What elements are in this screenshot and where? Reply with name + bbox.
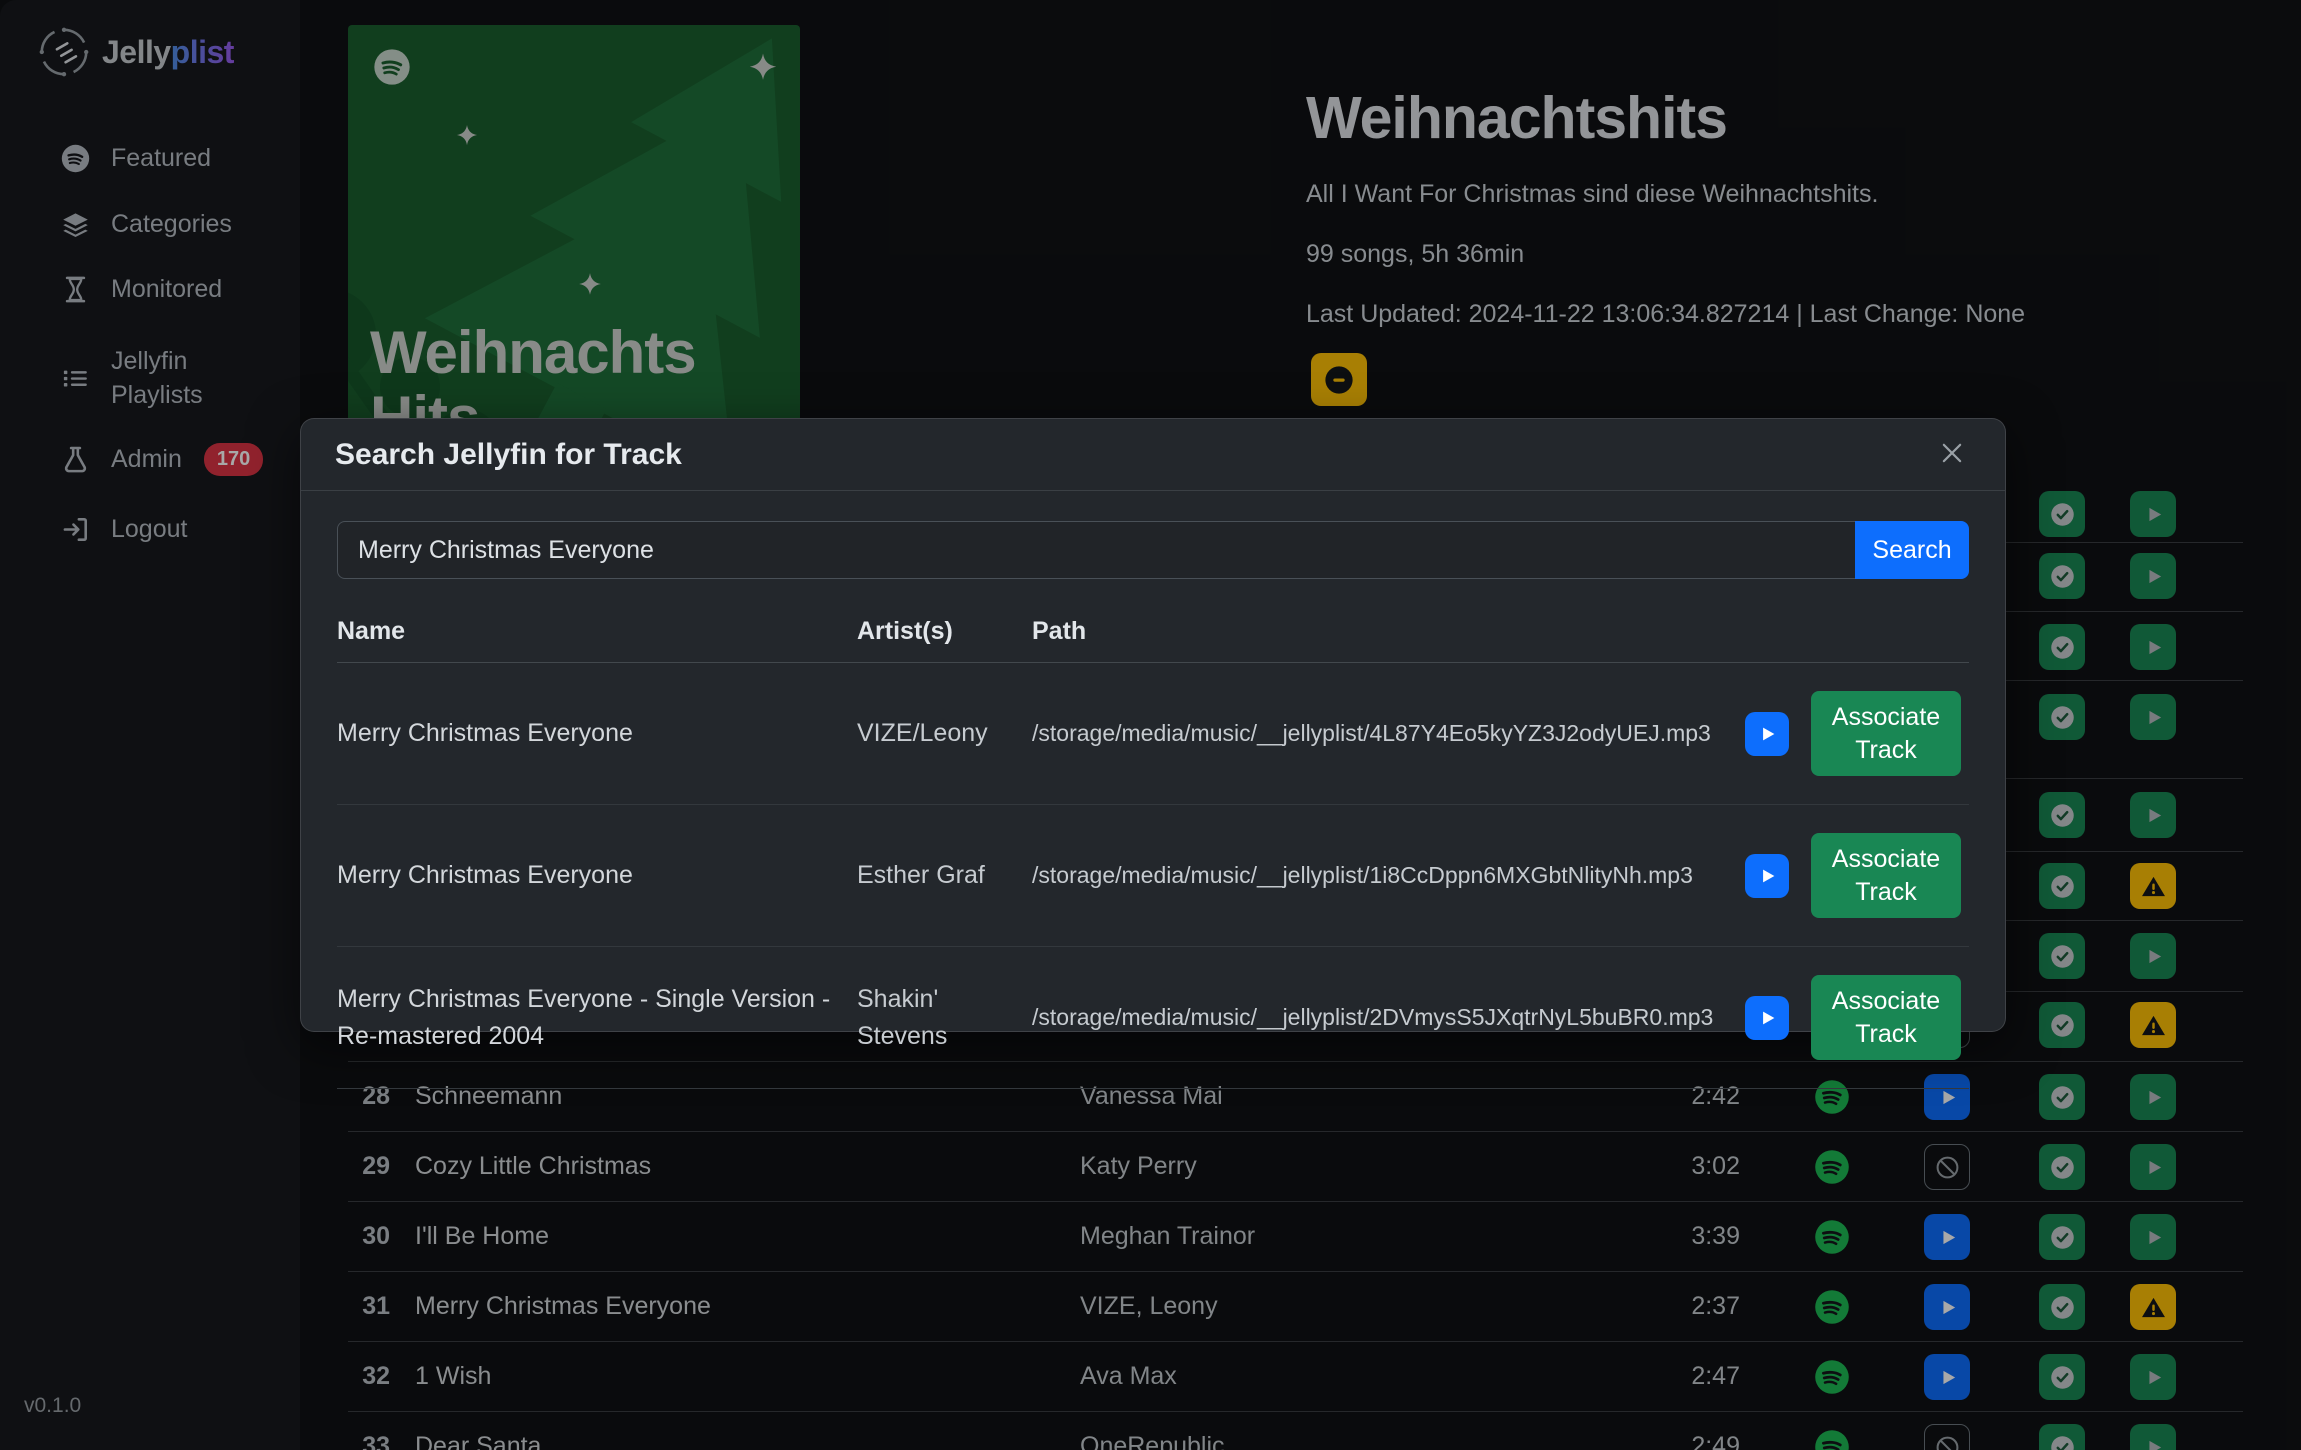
result-name: Merry Christmas Everyone [337, 663, 857, 805]
column-header-artists: Artist(s) [857, 605, 1032, 663]
column-header-name: Name [337, 605, 857, 663]
result-row: Merry Christmas Everyone VIZE/Leony /sto… [337, 663, 1969, 805]
search-group: Search [337, 521, 1969, 579]
app: Jellyplist Featured Categories Monitored… [0, 0, 2301, 1450]
search-input[interactable] [337, 521, 1855, 579]
associate-track-button[interactable]: Associate Track [1811, 833, 1961, 918]
result-artists: Esther Graf [857, 805, 1032, 947]
result-name: Merry Christmas Everyone [337, 805, 857, 947]
preview-play-button[interactable] [1745, 854, 1789, 898]
result-name: Merry Christmas Everyone - Single Versio… [337, 947, 857, 1089]
modal-title: Search Jellyfin for Track [335, 438, 682, 472]
preview-play-button[interactable] [1745, 996, 1789, 1040]
result-artists: VIZE/Leony [857, 663, 1032, 805]
result-path: /storage/media/music/__jellyplist/4L87Y4… [1032, 663, 1745, 805]
result-row: Merry Christmas Everyone - Single Versio… [337, 947, 1969, 1089]
result-path: /storage/media/music/__jellyplist/2DVmys… [1032, 947, 1745, 1089]
search-results-table: Name Artist(s) Path Merry Christmas Ever… [337, 605, 1969, 1089]
modal-header: Search Jellyfin for Track [301, 419, 2005, 491]
preview-play-button[interactable] [1745, 712, 1789, 756]
result-row: Merry Christmas Everyone Esther Graf /st… [337, 805, 1969, 947]
result-path: /storage/media/music/__jellyplist/1i8CcD… [1032, 805, 1745, 947]
associate-track-button[interactable]: Associate Track [1811, 975, 1961, 1060]
result-artists: Shakin' Stevens [857, 947, 1032, 1089]
associate-track-button[interactable]: Associate Track [1811, 691, 1961, 776]
close-icon[interactable] [1933, 436, 1971, 474]
search-jellyfin-modal: Search Jellyfin for Track Search Name Ar… [300, 418, 2006, 1032]
column-header-path: Path [1032, 605, 1745, 663]
modal-body: Search Name Artist(s) Path Merry Christm… [301, 491, 2005, 1089]
search-button[interactable]: Search [1855, 521, 1969, 579]
